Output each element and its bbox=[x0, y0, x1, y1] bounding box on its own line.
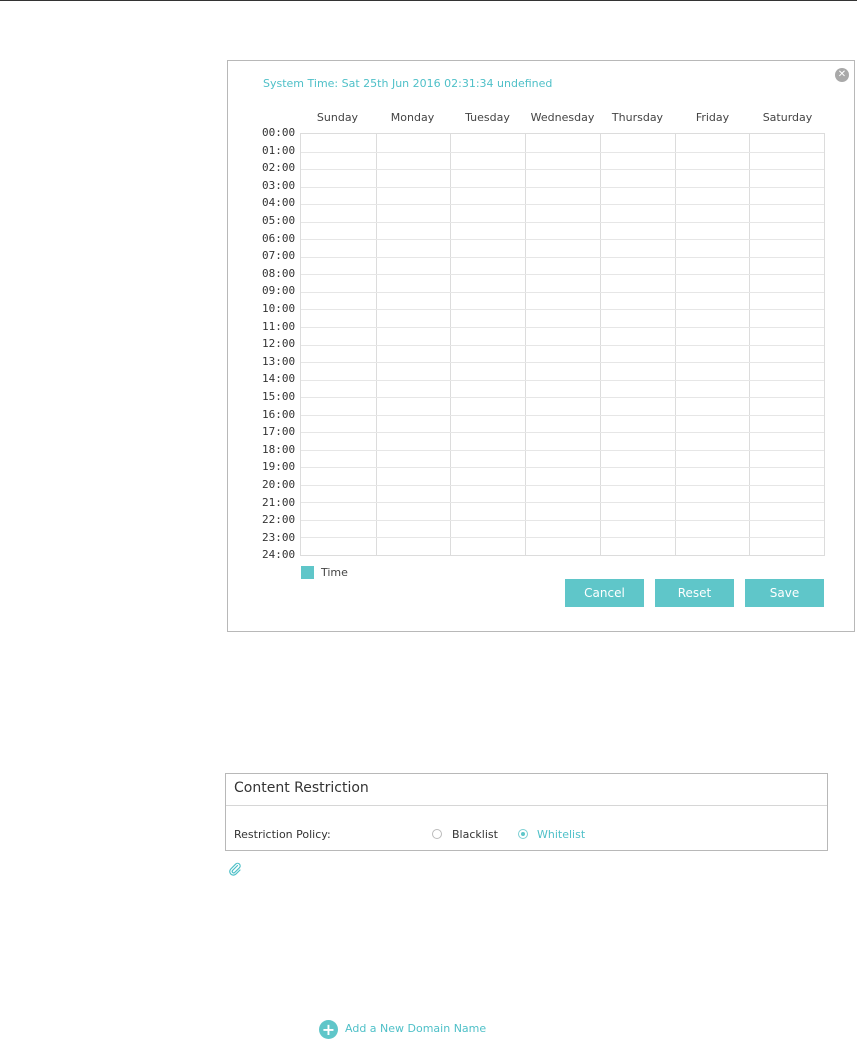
grid-row-divider bbox=[301, 537, 824, 539]
hour-label: 24:00 bbox=[262, 548, 296, 562]
hour-label: 02:00 bbox=[262, 161, 296, 175]
day-header-thursday: Thursday bbox=[611, 111, 664, 124]
hour-label: 07:00 bbox=[262, 249, 296, 263]
whitelist-label[interactable]: Whitelist bbox=[537, 828, 585, 841]
hour-label: 18:00 bbox=[262, 442, 296, 456]
hour-label: 15:00 bbox=[262, 390, 296, 403]
hour-label: 11:00 bbox=[262, 319, 296, 333]
grid-row-divider bbox=[301, 432, 824, 434]
day-header-sunday: Sunday bbox=[316, 111, 359, 124]
schedule-dialog: ✕ System Time: Sat 25th Jun 2016 02:31:3… bbox=[227, 60, 855, 632]
content-restriction-panel: Content Restriction Restriction Policy: … bbox=[225, 773, 828, 851]
grid-row-divider bbox=[301, 274, 824, 276]
restriction-policy-label: Restriction Policy: bbox=[234, 828, 331, 841]
cancel-button[interactable]: Cancel bbox=[565, 579, 644, 607]
close-icon[interactable]: ✕ bbox=[835, 68, 849, 82]
top-rule bbox=[0, 0, 857, 1]
hour-label: 22:00 bbox=[262, 513, 296, 527]
hour-label: 14:00 bbox=[262, 372, 296, 386]
hour-label: 00:00 bbox=[262, 126, 296, 139]
hour-label: 08:00 bbox=[262, 266, 296, 280]
day-header-tuesday: Tuesday bbox=[465, 111, 510, 124]
whitelist-radio[interactable] bbox=[518, 829, 528, 839]
hour-label: 04:00 bbox=[262, 196, 296, 210]
hour-label: 05:00 bbox=[262, 214, 296, 227]
hour-label: 06:00 bbox=[262, 231, 296, 245]
grid-row-divider bbox=[301, 186, 824, 188]
grid-row-divider bbox=[301, 239, 824, 241]
panel-title: Content Restriction bbox=[234, 780, 369, 796]
grid-row-divider bbox=[301, 414, 824, 416]
reset-button[interactable]: Reset bbox=[655, 579, 734, 607]
grid-row-divider bbox=[301, 256, 824, 258]
grid-row-divider bbox=[301, 362, 824, 364]
grid-row-divider bbox=[301, 326, 824, 328]
hour-label: 03:00 bbox=[262, 178, 296, 192]
day-header-monday: Monday bbox=[390, 111, 435, 124]
hour-label: 16:00 bbox=[262, 407, 296, 421]
plus-circle-icon[interactable]: + bbox=[319, 1020, 338, 1039]
day-header-friday: Friday bbox=[695, 111, 730, 124]
grid-row-divider bbox=[301, 221, 824, 223]
day-header-saturday: Saturday bbox=[762, 111, 813, 124]
grid-row-divider bbox=[301, 502, 824, 504]
paperclip-icon bbox=[229, 862, 241, 876]
grid-row-divider bbox=[301, 309, 824, 311]
blacklist-label[interactable]: Blacklist bbox=[452, 828, 498, 841]
grid-row-divider bbox=[301, 291, 824, 293]
blacklist-radio[interactable] bbox=[432, 829, 442, 839]
hour-label: 17:00 bbox=[262, 425, 296, 439]
legend-swatch bbox=[301, 566, 314, 579]
grid-row-divider bbox=[301, 379, 824, 381]
hour-label: 20:00 bbox=[262, 478, 296, 491]
hour-label: 19:00 bbox=[262, 460, 296, 474]
grid-row-divider bbox=[301, 467, 824, 469]
hour-label: 13:00 bbox=[262, 354, 296, 368]
grid-row-divider bbox=[301, 449, 824, 451]
grid-row-divider bbox=[301, 151, 824, 153]
grid-row-divider bbox=[301, 204, 824, 206]
hour-label: 21:00 bbox=[262, 495, 296, 509]
add-domain-label[interactable]: Add a New Domain Name bbox=[345, 1022, 486, 1035]
hour-label: 10:00 bbox=[262, 302, 296, 315]
system-time: System Time: Sat 25th Jun 2016 02:31:34 … bbox=[263, 77, 553, 90]
grid-row-divider bbox=[301, 397, 824, 399]
save-button[interactable]: Save bbox=[745, 579, 824, 607]
schedule-grid[interactable] bbox=[300, 133, 825, 556]
grid-row-divider bbox=[301, 519, 824, 521]
panel-divider bbox=[226, 805, 827, 806]
hour-label: 23:00 bbox=[262, 530, 296, 544]
hour-label: 01:00 bbox=[262, 143, 296, 157]
hour-label: 12:00 bbox=[262, 337, 296, 351]
grid-row-divider bbox=[301, 484, 824, 486]
grid-row-divider bbox=[301, 169, 824, 171]
grid-row-divider bbox=[301, 344, 824, 346]
legend-label: Time bbox=[321, 566, 348, 579]
hour-label: 09:00 bbox=[262, 284, 296, 298]
day-header-wednesday: Wednesday bbox=[530, 111, 595, 124]
